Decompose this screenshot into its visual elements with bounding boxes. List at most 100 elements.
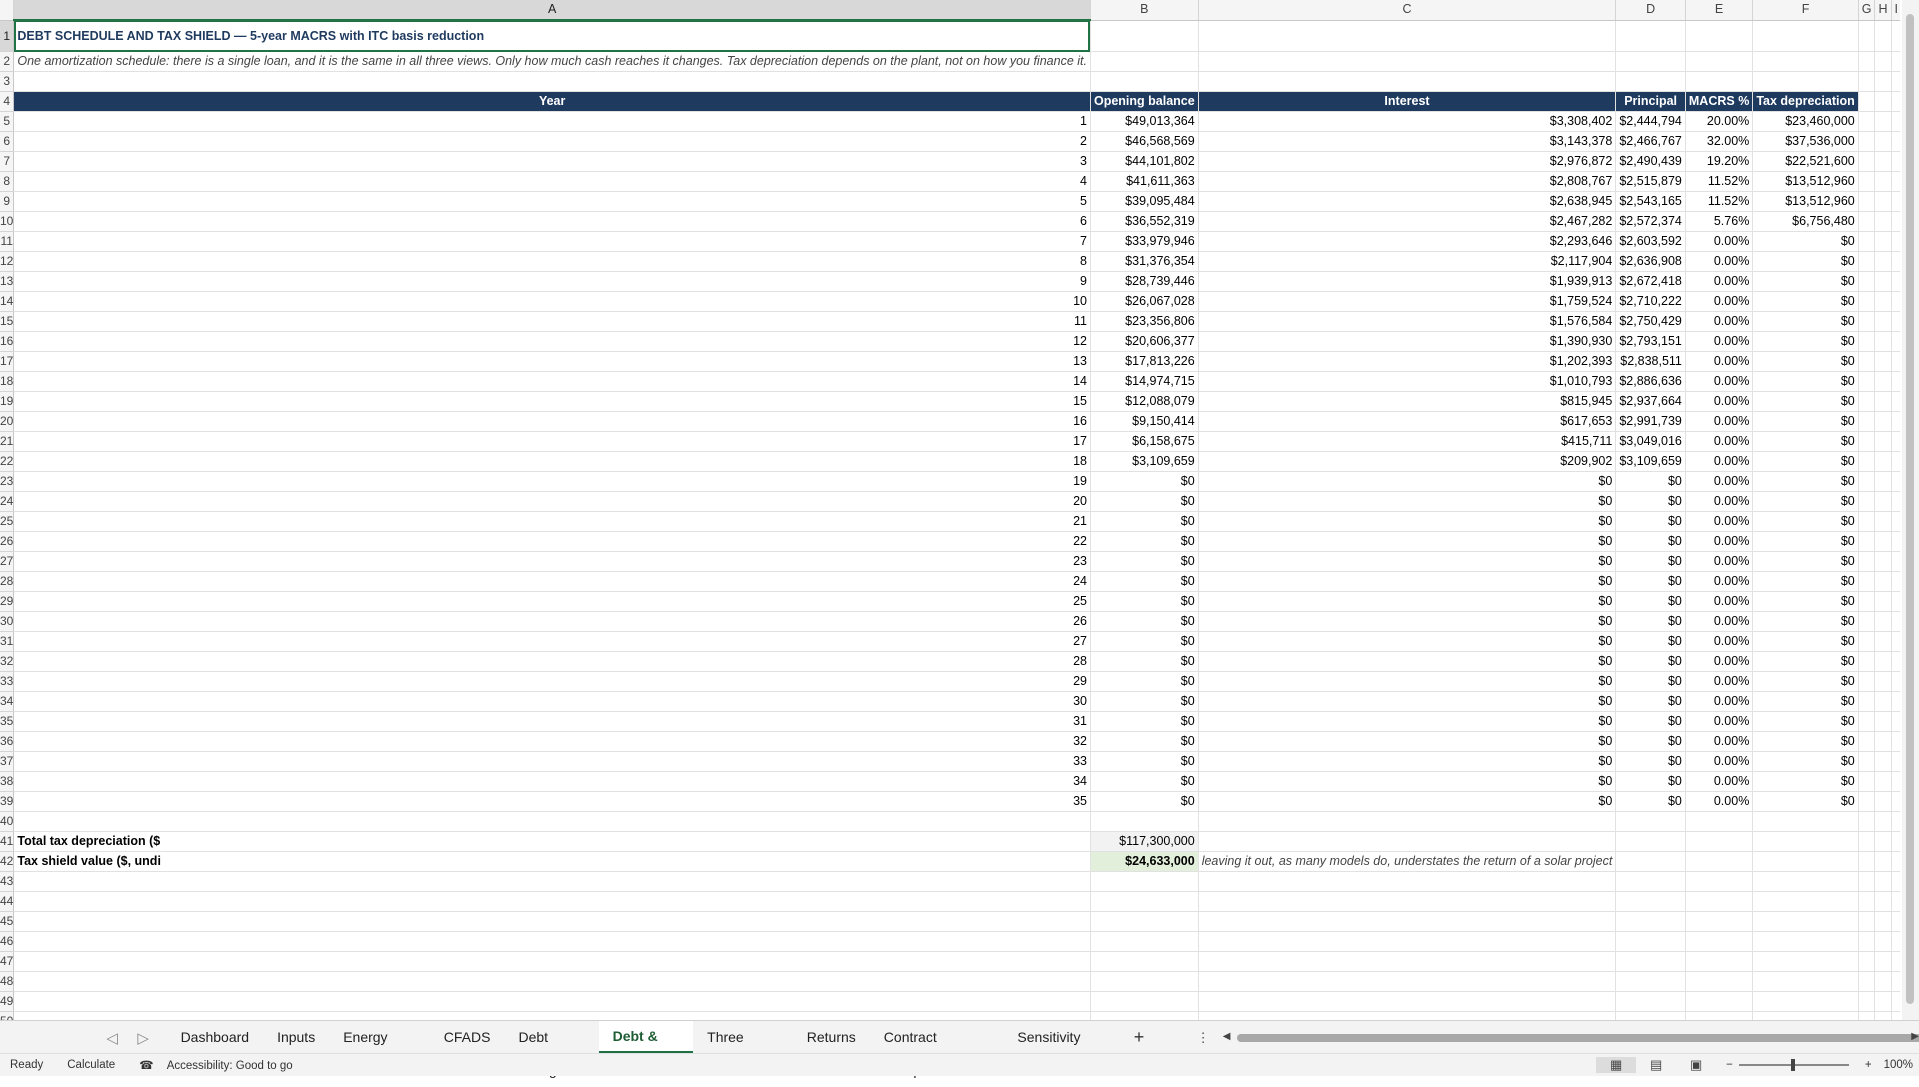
cell[interactable]: $2,117,904 <box>1198 251 1617 272</box>
sheet-tab[interactable]: Debt Sizing <box>504 1021 598 1078</box>
cell[interactable] <box>1615 951 1686 972</box>
row-header[interactable]: 31 <box>0 631 15 652</box>
cell[interactable] <box>1685 20 1754 52</box>
row-header[interactable]: 46 <box>0 931 15 952</box>
cell[interactable]: 24 <box>13 571 1091 592</box>
cell[interactable]: $0 <box>1198 691 1617 712</box>
cell[interactable] <box>1874 391 1892 412</box>
cell[interactable]: $1,759,524 <box>1198 291 1617 312</box>
cell[interactable] <box>13 71 1091 92</box>
cell[interactable] <box>1858 771 1876 792</box>
cell[interactable] <box>1615 891 1686 912</box>
cell[interactable] <box>1874 351 1892 372</box>
cell[interactable] <box>1198 931 1617 952</box>
cell[interactable] <box>1858 51 1876 72</box>
cell[interactable]: $14,974,715 <box>1090 371 1199 392</box>
cell[interactable] <box>1858 411 1876 432</box>
column-header[interactable]: D <box>1615 0 1686 21</box>
select-all-corner[interactable] <box>0 0 15 21</box>
cell[interactable] <box>1874 651 1892 672</box>
cell[interactable] <box>1685 811 1754 832</box>
cell[interactable]: $0 <box>1615 691 1686 712</box>
scroll-left-icon[interactable]: ◀ <box>1223 1031 1231 1042</box>
cell[interactable]: $0 <box>1752 431 1859 452</box>
cell[interactable] <box>1090 811 1199 832</box>
cell[interactable]: 0.00% <box>1685 791 1754 812</box>
cell[interactable] <box>1752 831 1859 852</box>
cell[interactable]: $209,902 <box>1198 451 1617 472</box>
cell[interactable] <box>1874 571 1892 592</box>
cell[interactable]: 0.00% <box>1685 351 1754 372</box>
column-title[interactable]: Principal <box>1615 91 1686 112</box>
row-header[interactable]: 26 <box>0 531 15 552</box>
cell[interactable] <box>1891 471 1900 492</box>
zoom-level[interactable]: 100% <box>1884 1059 1913 1071</box>
cell[interactable] <box>1891 971 1900 992</box>
cell[interactable] <box>1891 691 1900 712</box>
cell[interactable]: $2,838,511 <box>1615 351 1686 372</box>
cell[interactable] <box>13 891 1091 912</box>
cell[interactable]: $1,576,584 <box>1198 311 1617 332</box>
next-sheet-icon[interactable]: ▷ <box>128 1029 159 1047</box>
row-header[interactable]: 38 <box>0 771 15 792</box>
cell[interactable] <box>1891 591 1900 612</box>
row-header[interactable]: 24 <box>0 491 15 512</box>
cell[interactable]: $0 <box>1752 511 1859 532</box>
row-header[interactable]: 32 <box>0 651 15 672</box>
cell[interactable]: $1,010,793 <box>1198 371 1617 392</box>
cell[interactable]: $0 <box>1198 591 1617 612</box>
cell[interactable] <box>1891 291 1900 312</box>
cell[interactable] <box>1874 671 1892 692</box>
cell[interactable] <box>1198 871 1617 892</box>
cell[interactable]: $2,808,767 <box>1198 171 1617 192</box>
cell[interactable] <box>1874 191 1892 212</box>
column-header[interactable]: C <box>1198 0 1617 21</box>
cell[interactable] <box>1891 411 1900 432</box>
cell[interactable]: 5.76% <box>1685 211 1754 232</box>
cell[interactable]: $0 <box>1752 451 1859 472</box>
cell[interactable] <box>1090 1011 1199 1020</box>
cell[interactable] <box>1891 231 1900 252</box>
cell[interactable] <box>1090 991 1199 1012</box>
cell[interactable]: 35 <box>13 791 1091 812</box>
cell[interactable] <box>1874 511 1892 532</box>
cell[interactable] <box>1858 971 1876 992</box>
cell[interactable] <box>1198 991 1617 1012</box>
cell[interactable]: 34 <box>13 771 1091 792</box>
row-header[interactable]: 36 <box>0 731 15 752</box>
cell[interactable] <box>1891 331 1900 352</box>
cell[interactable]: 0.00% <box>1685 551 1754 572</box>
tax-shield-label[interactable]: Tax shield value ($, undi <box>13 851 1091 872</box>
sheet-tab[interactable]: Contract Compare <box>870 1021 1004 1078</box>
cell[interactable] <box>1874 811 1892 832</box>
cell[interactable]: 32 <box>13 731 1091 752</box>
cell[interactable]: 0.00% <box>1685 591 1754 612</box>
column-header[interactable]: A <box>13 0 1091 21</box>
zoom-out-icon[interactable]: − <box>1726 1059 1733 1071</box>
row-header[interactable]: 20 <box>0 411 15 432</box>
cell[interactable]: $2,293,646 <box>1198 231 1617 252</box>
cell[interactable]: $3,109,659 <box>1090 451 1199 472</box>
row-header[interactable]: 40 <box>0 811 15 832</box>
scroll-right-icon[interactable]: ▶ <box>1911 1031 1919 1042</box>
cell[interactable]: $0 <box>1752 551 1859 572</box>
cell[interactable] <box>1891 751 1900 772</box>
cell[interactable]: 25 <box>13 591 1091 612</box>
cell[interactable]: $28,739,446 <box>1090 271 1199 292</box>
cell[interactable] <box>1752 20 1859 52</box>
cell[interactable]: 2 <box>13 131 1091 152</box>
row-header[interactable]: 14 <box>0 291 15 312</box>
cell[interactable]: 0.00% <box>1685 571 1754 592</box>
cell[interactable]: 0.00% <box>1685 671 1754 692</box>
cell[interactable] <box>13 811 1091 832</box>
cell[interactable] <box>1198 71 1617 92</box>
normal-view-icon[interactable]: ▦ <box>1596 1057 1637 1073</box>
cell[interactable]: $2,467,282 <box>1198 211 1617 232</box>
accessibility-status[interactable]: ☎ Accessibility: Good to go <box>139 1058 292 1072</box>
cell[interactable]: 32.00% <box>1685 131 1754 152</box>
cell[interactable]: $0 <box>1615 651 1686 672</box>
cell[interactable]: 0.00% <box>1685 291 1754 312</box>
cell[interactable]: 0.00% <box>1685 691 1754 712</box>
cell[interactable] <box>1858 191 1876 212</box>
cell[interactable]: $0 <box>1752 751 1859 772</box>
